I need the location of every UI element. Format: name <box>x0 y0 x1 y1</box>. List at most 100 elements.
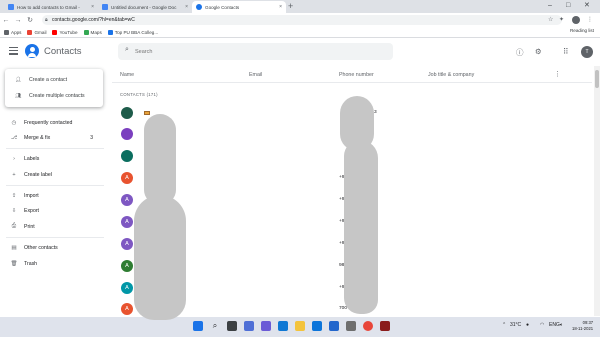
chevron-up-icon[interactable]: ⌃ <box>502 322 506 328</box>
sidebar-item-label: Export <box>24 207 39 214</box>
avatar: A <box>121 216 133 228</box>
merge-icon: ⎇ <box>10 134 18 141</box>
more-vert-icon[interactable]: ⋮ <box>554 70 561 78</box>
header-divider <box>112 82 592 83</box>
tab-favicon-icon <box>102 4 108 10</box>
merge-count-badge: 3 <box>90 134 93 141</box>
menu-item-create-contact[interactable]: 👤︎ Create a contact <box>5 72 103 88</box>
window-close-icon[interactable]: ✕ <box>584 0 590 12</box>
app-icon[interactable] <box>380 321 390 331</box>
maximize-icon[interactable]: □ <box>566 0 570 12</box>
app-icon[interactable] <box>346 321 356 331</box>
browser-menu-icon[interactable]: ⋮ <box>587 13 593 27</box>
sidebar-item-merge-fix[interactable]: ⎇ Merge & fix 3 <box>0 132 105 143</box>
browser-tab-0[interactable]: How to add contacts to Gmail - × <box>4 1 98 13</box>
search-icon[interactable]: ⌕ <box>125 46 129 54</box>
gear-icon[interactable]: ⚙ <box>535 47 542 56</box>
edge-icon[interactable] <box>278 321 288 331</box>
sidebar-item-frequently-contacted[interactable]: ◷ Frequently contacted <box>0 117 105 128</box>
sidebar-divider <box>6 185 104 186</box>
help-icon[interactable]: ⓘ <box>516 47 524 58</box>
sidebar-item-label: Import <box>24 192 39 199</box>
extensions-icon[interactable]: ✦ <box>559 13 564 27</box>
chrome-icon[interactable] <box>363 321 373 331</box>
lock-icon: 🔒︎ <box>45 17 48 23</box>
sidebar-item-label: Create label <box>24 171 52 178</box>
tab-favicon-icon <box>8 4 14 10</box>
scrollbar-track[interactable] <box>594 66 600 316</box>
clock[interactable]: 09:37 18-11-2021 <box>572 320 593 332</box>
bookmark-college[interactable]: Top PU BBA Colleg... <box>107 29 158 35</box>
sidebar-item-label: Trash <box>24 260 38 267</box>
sidebar-item-labels[interactable]: › Labels <box>0 153 105 164</box>
sidebar-item-label: Other contacts <box>24 244 58 251</box>
bookmark-gmail[interactable]: Gmail <box>27 29 47 35</box>
main-menu-icon[interactable] <box>9 47 18 55</box>
browser-profile-avatar[interactable] <box>572 16 580 24</box>
avatar: A <box>121 194 133 206</box>
chat-icon[interactable] <box>261 321 271 331</box>
bookmarks-bar: Apps Gmail YouTube Maps Top PU BBA Colle… <box>0 27 600 38</box>
reading-list-button[interactable]: Reading list <box>570 28 594 33</box>
widgets-icon[interactable] <box>244 321 254 331</box>
forward-icon[interactable]: → <box>12 17 24 24</box>
reload-icon[interactable]: ↻ <box>24 16 36 24</box>
file-explorer-icon[interactable] <box>295 321 305 331</box>
trash-icon: 🗑︎ <box>10 260 18 267</box>
sidebar-item-export[interactable]: ⇩ Export <box>0 205 105 216</box>
language-indicator[interactable]: ENG <box>549 322 560 328</box>
column-header-email[interactable]: Email <box>249 72 262 78</box>
column-header-job[interactable]: Job title & company <box>428 72 474 78</box>
close-icon[interactable]: × <box>279 4 282 10</box>
bookmark-maps[interactable]: Maps <box>83 29 102 35</box>
column-header-name[interactable]: Name <box>120 72 134 78</box>
browser-tab-2[interactable]: Google Contacts × <box>192 1 286 13</box>
close-icon[interactable]: × <box>91 4 94 10</box>
avatar[interactable]: T <box>581 46 593 58</box>
column-header-phone[interactable]: Phone number <box>339 72 374 78</box>
sidebar-item-label: Merge & fix <box>24 134 51 141</box>
sidebar-item-label: Frequently contacted <box>24 119 73 126</box>
apps-grid-icon[interactable]: ⠿ <box>563 47 569 56</box>
tray-app-icon[interactable]: ● <box>526 322 529 328</box>
bookmark-label: Maps <box>90 29 102 35</box>
bookmark-label: Apps <box>11 29 22 35</box>
search-input[interactable] <box>135 45 385 58</box>
minimize-icon[interactable]: – <box>548 0 552 12</box>
gmail-icon <box>27 29 33 35</box>
plus-icon: + <box>12 171 16 178</box>
avatar <box>121 128 133 140</box>
new-tab-icon[interactable]: + <box>288 1 293 12</box>
redaction-blob <box>134 195 186 320</box>
tab-title: Google Contacts <box>205 4 240 10</box>
tab-title: How to add contacts to Gmail - <box>17 4 80 10</box>
import-icon: ⇪ <box>11 192 17 199</box>
bookmark-label: Gmail <box>34 29 47 35</box>
search-icon[interactable]: ⌕ <box>210 321 220 331</box>
redaction-blob <box>144 114 176 204</box>
sidebar-item-trash[interactable]: 🗑︎ Trash <box>0 258 105 269</box>
volume-icon[interactable]: 🔈︎ <box>560 322 563 328</box>
star-icon[interactable]: ☆ <box>548 13 553 27</box>
bookmark-apps[interactable]: Apps <box>4 29 22 35</box>
bookmark-youtube[interactable]: YouTube <box>52 29 78 35</box>
task-view-icon[interactable] <box>227 321 237 331</box>
browser-tab-1[interactable]: Untitled document - Google Doc × <box>98 1 192 13</box>
scrollbar-thumb[interactable] <box>595 70 599 88</box>
sidebar-item-create-label[interactable]: + Create label <box>0 169 105 180</box>
close-icon[interactable]: × <box>185 4 188 10</box>
start-icon[interactable] <box>193 321 203 331</box>
menu-item-create-multiple[interactable]: 👥︎ Create multiple contacts <box>5 88 103 104</box>
store-icon[interactable] <box>312 321 322 331</box>
menu-item-label: Create a contact <box>29 77 68 83</box>
wifi-icon[interactable]: ◠ <box>540 322 544 328</box>
back-icon[interactable]: ← <box>0 17 12 24</box>
mail-icon[interactable] <box>329 321 339 331</box>
sidebar-item-other-contacts[interactable]: ▤ Other contacts <box>0 242 105 253</box>
address-bar[interactable]: 🔒︎ contacts.google.com/?hl=en&tab=wC <box>42 15 562 25</box>
search-bar[interactable]: ⌕ <box>118 43 393 60</box>
weather-temp[interactable]: 31°C <box>510 322 521 328</box>
other-contacts-icon: ▤ <box>11 244 17 251</box>
sidebar-item-import[interactable]: ⇪ Import <box>0 190 105 201</box>
sidebar-item-print[interactable]: ⎙ Print <box>0 221 105 232</box>
